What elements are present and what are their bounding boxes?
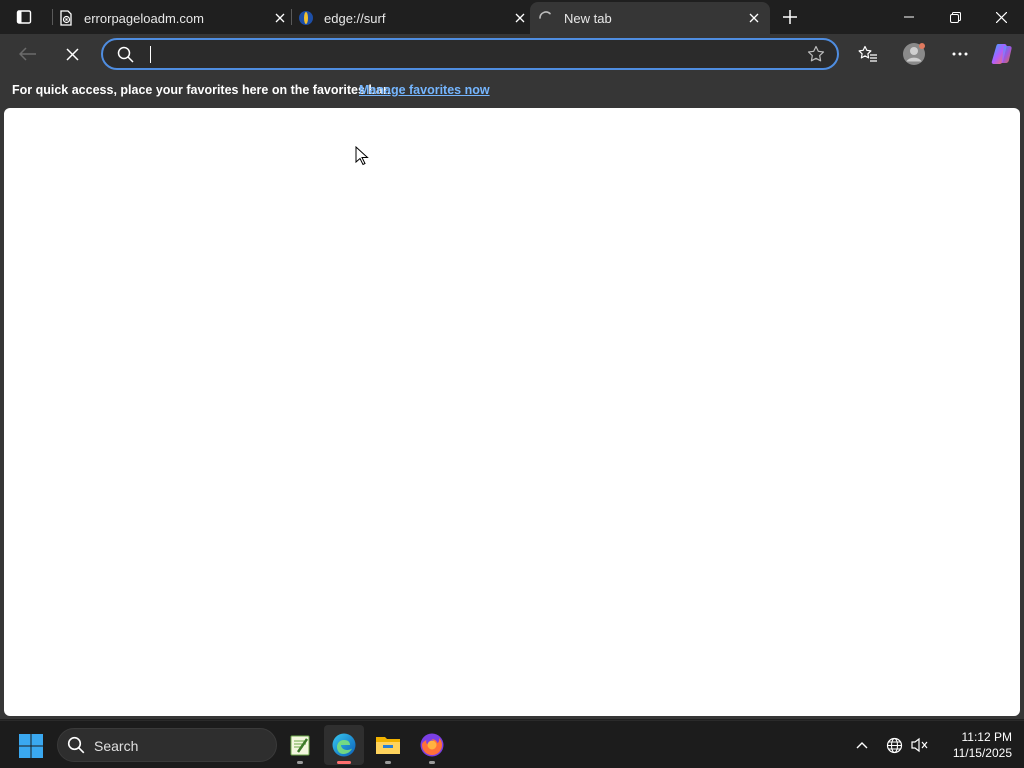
manage-favorites-link[interactable]: Manage favorites now: [359, 83, 490, 97]
copilot-button[interactable]: [986, 38, 1018, 70]
running-indicator: [429, 761, 435, 764]
tab-title: errorpageloadm.com: [84, 10, 204, 26]
file-explorer-icon: [376, 737, 400, 754]
favorites-bar-message: For quick access, place your favorites h…: [12, 83, 391, 97]
system-clock[interactable]: 11:12 PM 11/15/2025: [936, 729, 1012, 761]
volume-button[interactable]: [910, 735, 930, 755]
tab-errorpageloadm[interactable]: errorpageloadm.com: [58, 2, 290, 34]
restore-button[interactable]: [932, 0, 978, 34]
content-frame: [0, 107, 1024, 719]
favorites-icon: [858, 45, 877, 62]
profile-button[interactable]: [898, 38, 930, 70]
navigation-toolbar: [0, 34, 1024, 74]
avatar-icon: [903, 43, 925, 65]
running-indicator: [297, 761, 303, 764]
notepad-plus-icon: [290, 735, 310, 756]
close-tab-icon[interactable]: [510, 8, 530, 28]
restore-icon: [949, 11, 961, 23]
windows-logo-icon: [19, 734, 43, 758]
settings-more-button[interactable]: [944, 38, 976, 70]
running-indicator: [337, 761, 351, 764]
tab-separator: [291, 9, 292, 25]
page-content[interactable]: [4, 108, 1020, 716]
new-tab-button[interactable]: [776, 4, 804, 30]
taskbar-app-notepad-plus[interactable]: [280, 725, 320, 765]
close-icon: [995, 11, 1007, 23]
back-arrow-icon: [19, 47, 36, 61]
tab-new-tab[interactable]: New tab: [530, 2, 770, 34]
taskbar-search-label: Search: [94, 738, 139, 754]
address-input[interactable]: [147, 44, 787, 64]
stop-loading-icon: [65, 47, 79, 61]
tab-strip: errorpageloadm.com edge://surf New tab: [0, 0, 1024, 34]
clock-date: 11/15/2025: [952, 746, 1012, 760]
search-icon: [117, 46, 134, 63]
tab-separator: [52, 9, 53, 25]
clock-time: 11:12 PM: [961, 730, 1012, 744]
speaker-muted-icon: [911, 737, 928, 753]
surf-game-icon: [298, 10, 314, 26]
favorites-bar: For quick access, place your favorites h…: [0, 74, 1024, 107]
start-button[interactable]: [18, 733, 44, 759]
taskbar: Search 11:12 PM 11/15/2025: [0, 720, 1024, 768]
firefox-icon: [420, 733, 444, 757]
add-favorite-icon[interactable]: [807, 45, 825, 63]
tab-actions-icon: [16, 10, 32, 24]
close-tab-icon[interactable]: [744, 8, 764, 28]
back-button[interactable]: [12, 38, 44, 70]
error-page-icon: [58, 10, 74, 26]
globe-icon: [886, 737, 902, 753]
edge-icon: [332, 733, 356, 757]
loading-spinner-icon: [538, 10, 554, 26]
show-hidden-icons-button[interactable]: [852, 735, 872, 755]
favorites-button[interactable]: [852, 38, 884, 70]
taskbar-app-firefox[interactable]: [412, 725, 452, 765]
language-network-button[interactable]: [884, 735, 904, 755]
taskbar-search[interactable]: Search: [57, 728, 277, 762]
close-window-button[interactable]: [978, 0, 1024, 34]
taskbar-app-file-explorer[interactable]: [368, 725, 408, 765]
stop-button[interactable]: [56, 38, 88, 70]
copilot-icon: [991, 44, 1012, 64]
plus-icon: [783, 10, 797, 24]
taskbar-app-edge[interactable]: [324, 725, 364, 765]
text-caret: [150, 46, 151, 63]
tab-edge-surf[interactable]: edge://surf: [298, 2, 530, 34]
mouse-cursor-icon: [355, 146, 369, 166]
tab-actions-button[interactable]: [8, 4, 40, 30]
tab-title: New tab: [564, 10, 612, 26]
running-indicator: [385, 761, 391, 764]
search-icon: [67, 736, 85, 754]
minimize-icon: [904, 16, 914, 18]
tab-title: edge://surf: [324, 10, 386, 26]
address-bar[interactable]: [101, 38, 839, 70]
more-options-icon: [952, 52, 968, 56]
minimize-button[interactable]: [886, 0, 932, 34]
close-tab-icon[interactable]: [270, 8, 290, 28]
chevron-up-icon: [856, 742, 868, 749]
